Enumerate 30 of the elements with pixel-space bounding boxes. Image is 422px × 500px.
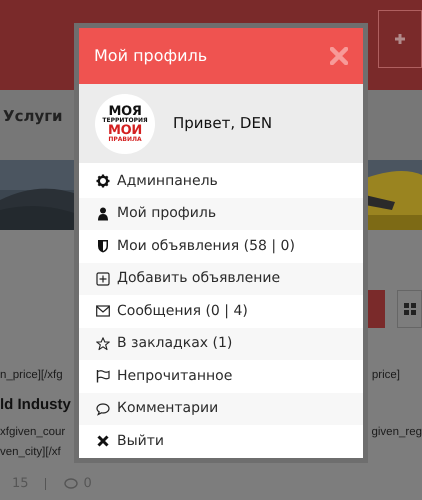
grid-icon bbox=[404, 303, 416, 315]
text-line: ven_city][/xf bbox=[0, 445, 61, 460]
logo-text: МОЯ bbox=[108, 104, 142, 118]
dialog-title: Мой профиль bbox=[94, 45, 208, 67]
plus-icon bbox=[395, 34, 405, 44]
menu-item[interactable]: Мой профиль bbox=[79, 198, 363, 230]
envelope-icon bbox=[96, 304, 110, 318]
grid-view-button[interactable] bbox=[397, 290, 422, 328]
text-line: n_price][/xfg bbox=[0, 368, 63, 384]
settings-icon bbox=[96, 174, 110, 188]
close-icon[interactable] bbox=[330, 47, 348, 65]
text-line: given_reg bbox=[371, 425, 422, 440]
listing-title[interactable]: ld Industy bbox=[0, 394, 71, 416]
text-line: price] bbox=[372, 368, 401, 384]
comment-icon bbox=[64, 478, 78, 490]
menu-item[interactable]: Комментарии bbox=[79, 392, 363, 425]
menu-item[interactable]: Добавить объявление bbox=[79, 262, 363, 295]
flag-icon bbox=[96, 369, 110, 384]
shield-icon bbox=[96, 239, 110, 254]
text-line: xfgiven_cour bbox=[0, 425, 66, 440]
logo-text: МОИ bbox=[108, 124, 142, 136]
greeting: Привет, DEN bbox=[173, 113, 272, 134]
star-icon bbox=[96, 336, 110, 351]
menu-item[interactable]: В закладках (1) bbox=[79, 328, 363, 360]
add-button[interactable] bbox=[378, 10, 422, 68]
close-icon bbox=[96, 434, 110, 448]
nav-link[interactable]: Услуги bbox=[0, 105, 63, 128]
plus-square-icon bbox=[96, 272, 110, 286]
user-icon bbox=[96, 206, 110, 221]
speech-bubble-icon bbox=[96, 402, 110, 416]
